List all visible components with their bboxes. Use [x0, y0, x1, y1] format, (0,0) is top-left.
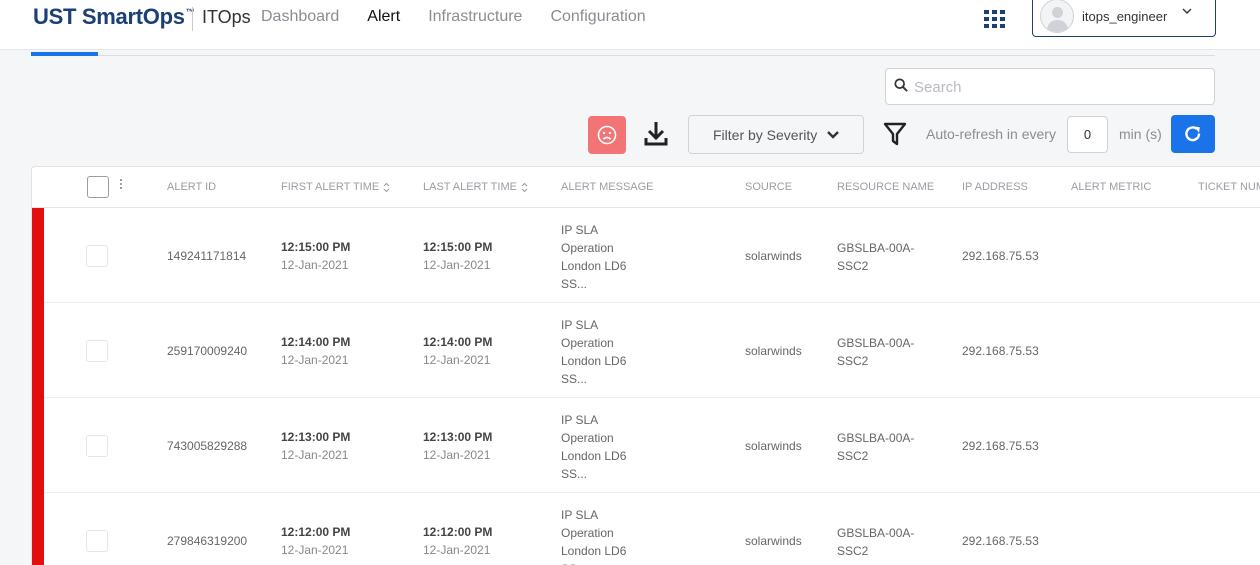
resource-name: GBSLBA-00A- SSC2	[837, 241, 915, 273]
last-alert-time: 12:14:00 PM 12-Jan-2021	[423, 335, 493, 367]
search-input[interactable]	[914, 77, 1204, 97]
row-checkbox[interactable]	[86, 340, 108, 362]
alert-id[interactable]: 743005829288	[167, 439, 247, 453]
severity-filter-dropdown[interactable]: Filter by Severity	[688, 115, 864, 154]
last-alert-time: 12:13:00 PM 12-Jan-2021	[423, 430, 493, 462]
ip-address: 292.168.75.53	[962, 249, 1039, 263]
user-avatar-icon	[1040, 0, 1074, 33]
alert-source: solarwinds	[745, 534, 802, 548]
sad-face-icon	[597, 125, 617, 145]
auto-refresh-label: Auto-refresh in every	[926, 126, 1056, 142]
nav-dashboard[interactable]: Dashboard	[261, 8, 339, 26]
first-alert-time: 12:15:00 PM 12-Jan-2021	[281, 240, 351, 272]
alert-message: IP SLA Operation London LD6 SS...	[561, 508, 627, 565]
alert-source: solarwinds	[745, 439, 802, 453]
resource-name: GBSLBA-00A- SSC2	[837, 526, 915, 558]
nav-alert[interactable]: Alert	[367, 8, 400, 26]
refresh-icon	[1185, 126, 1201, 142]
main-nav: Dashboard Alert Infrastructure Configura…	[261, 8, 674, 26]
ip-address: 292.168.75.53	[962, 344, 1039, 358]
alert-id[interactable]: 259170009240	[167, 344, 247, 358]
search-icon	[894, 78, 908, 92]
auto-refresh-unit: min (s)	[1119, 126, 1162, 142]
alert-message: IP SLA Operation London LD6 SS...	[561, 318, 627, 386]
critical-alerts-button[interactable]	[588, 116, 626, 154]
first-alert-time: 12:12:00 PM 12-Jan-2021	[281, 525, 351, 557]
table-row[interactable]: 259170009240 12:14:00 PM 12-Jan-2021 12:1…	[32, 303, 1260, 398]
row-checkbox[interactable]	[86, 530, 108, 552]
column-header-source: SOURCE	[745, 181, 793, 193]
download-button[interactable]	[642, 119, 670, 151]
column-header-alert-metric: ALERT METRIC	[1071, 181, 1152, 193]
refresh-button[interactable]	[1171, 115, 1215, 153]
alerts-table: ALERT ID FIRST ALERT TIME LAST ALERT TIM…	[31, 166, 1260, 565]
resource-name: GBSLBA-00A- SSC2	[837, 336, 915, 368]
column-header-last-alert-time[interactable]: LAST ALERT TIME	[423, 181, 528, 193]
user-name: itops_engineer	[1082, 9, 1168, 24]
severity-indicator	[32, 398, 44, 493]
auto-refresh-input[interactable]	[1067, 116, 1108, 153]
resource-name: GBSLBA-00A- SSC2	[837, 431, 915, 463]
table-row[interactable]: 149241171814 12:15:00 PM 12-Jan-2021 12:1…	[32, 208, 1260, 303]
alert-id[interactable]: 149241171814	[167, 249, 246, 263]
kebab-menu-icon[interactable]	[119, 179, 123, 191]
column-header-alert-id: ALERT ID	[167, 181, 217, 193]
ip-address: 292.168.75.53	[962, 534, 1039, 548]
row-checkbox[interactable]	[86, 245, 108, 267]
user-menu[interactable]: itops_engineer	[1032, 0, 1216, 37]
brand-logo[interactable]: UST SmartOps™	[33, 4, 195, 30]
alert-id[interactable]: 279846319200	[167, 534, 247, 548]
first-alert-time: 12:13:00 PM 12-Jan-2021	[281, 430, 351, 462]
severity-indicator	[32, 208, 44, 303]
nav-configuration[interactable]: Configuration	[550, 8, 645, 26]
table-row[interactable]: 743005829288 12:13:00 PM 12-Jan-2021 12:1…	[32, 398, 1260, 493]
row-checkbox[interactable]	[86, 435, 108, 457]
download-icon	[644, 122, 668, 146]
tab-divider	[31, 55, 1215, 56]
column-header-ip-address: IP ADDRESS	[962, 181, 1028, 193]
last-alert-time: 12:12:00 PM 12-Jan-2021	[423, 525, 493, 557]
column-header-ticket-num: TICKET NUM	[1198, 181, 1260, 193]
severity-indicator	[32, 493, 44, 565]
nav-infrastructure[interactable]: Infrastructure	[428, 8, 522, 26]
product-name: ITOps	[202, 7, 251, 27]
table-header: ALERT ID FIRST ALERT TIME LAST ALERT TIM…	[32, 167, 1260, 208]
column-header-alert-message: ALERT MESSAGE	[561, 181, 654, 193]
severity-indicator	[32, 303, 44, 398]
first-alert-time: 12:14:00 PM 12-Jan-2021	[281, 335, 351, 367]
search-box	[885, 68, 1215, 105]
brand-divider	[192, 7, 193, 31]
alert-message: IP SLA Operation London LD6 SS...	[561, 223, 627, 291]
apps-grid-icon[interactable]	[984, 10, 1005, 28]
top-navbar: UST SmartOps™ ITOps Dashboard Alert Infr…	[0, 0, 1260, 50]
filter-icon[interactable]	[882, 121, 908, 147]
table-row[interactable]: 279846319200 12:12:00 PM 12-Jan-2021 12:1…	[32, 493, 1260, 565]
severity-filter-label: Filter by Severity	[713, 127, 818, 143]
sort-icon	[521, 182, 528, 192]
alert-message: IP SLA Operation London LD6 SS...	[561, 413, 627, 481]
alert-source: solarwinds	[745, 249, 802, 263]
column-header-resource-name: RESOURCE NAME	[837, 181, 935, 193]
chevron-down-icon	[1182, 6, 1192, 18]
tab-active-indicator	[31, 52, 98, 56]
column-header-first-alert-time[interactable]: FIRST ALERT TIME	[281, 181, 390, 193]
last-alert-time: 12:15:00 PM 12-Jan-2021	[423, 240, 493, 272]
select-all-checkbox[interactable]	[87, 176, 109, 198]
alert-source: solarwinds	[745, 344, 802, 358]
ip-address: 292.168.75.53	[962, 439, 1039, 453]
chevron-down-icon	[827, 131, 839, 139]
sort-icon	[383, 182, 390, 192]
